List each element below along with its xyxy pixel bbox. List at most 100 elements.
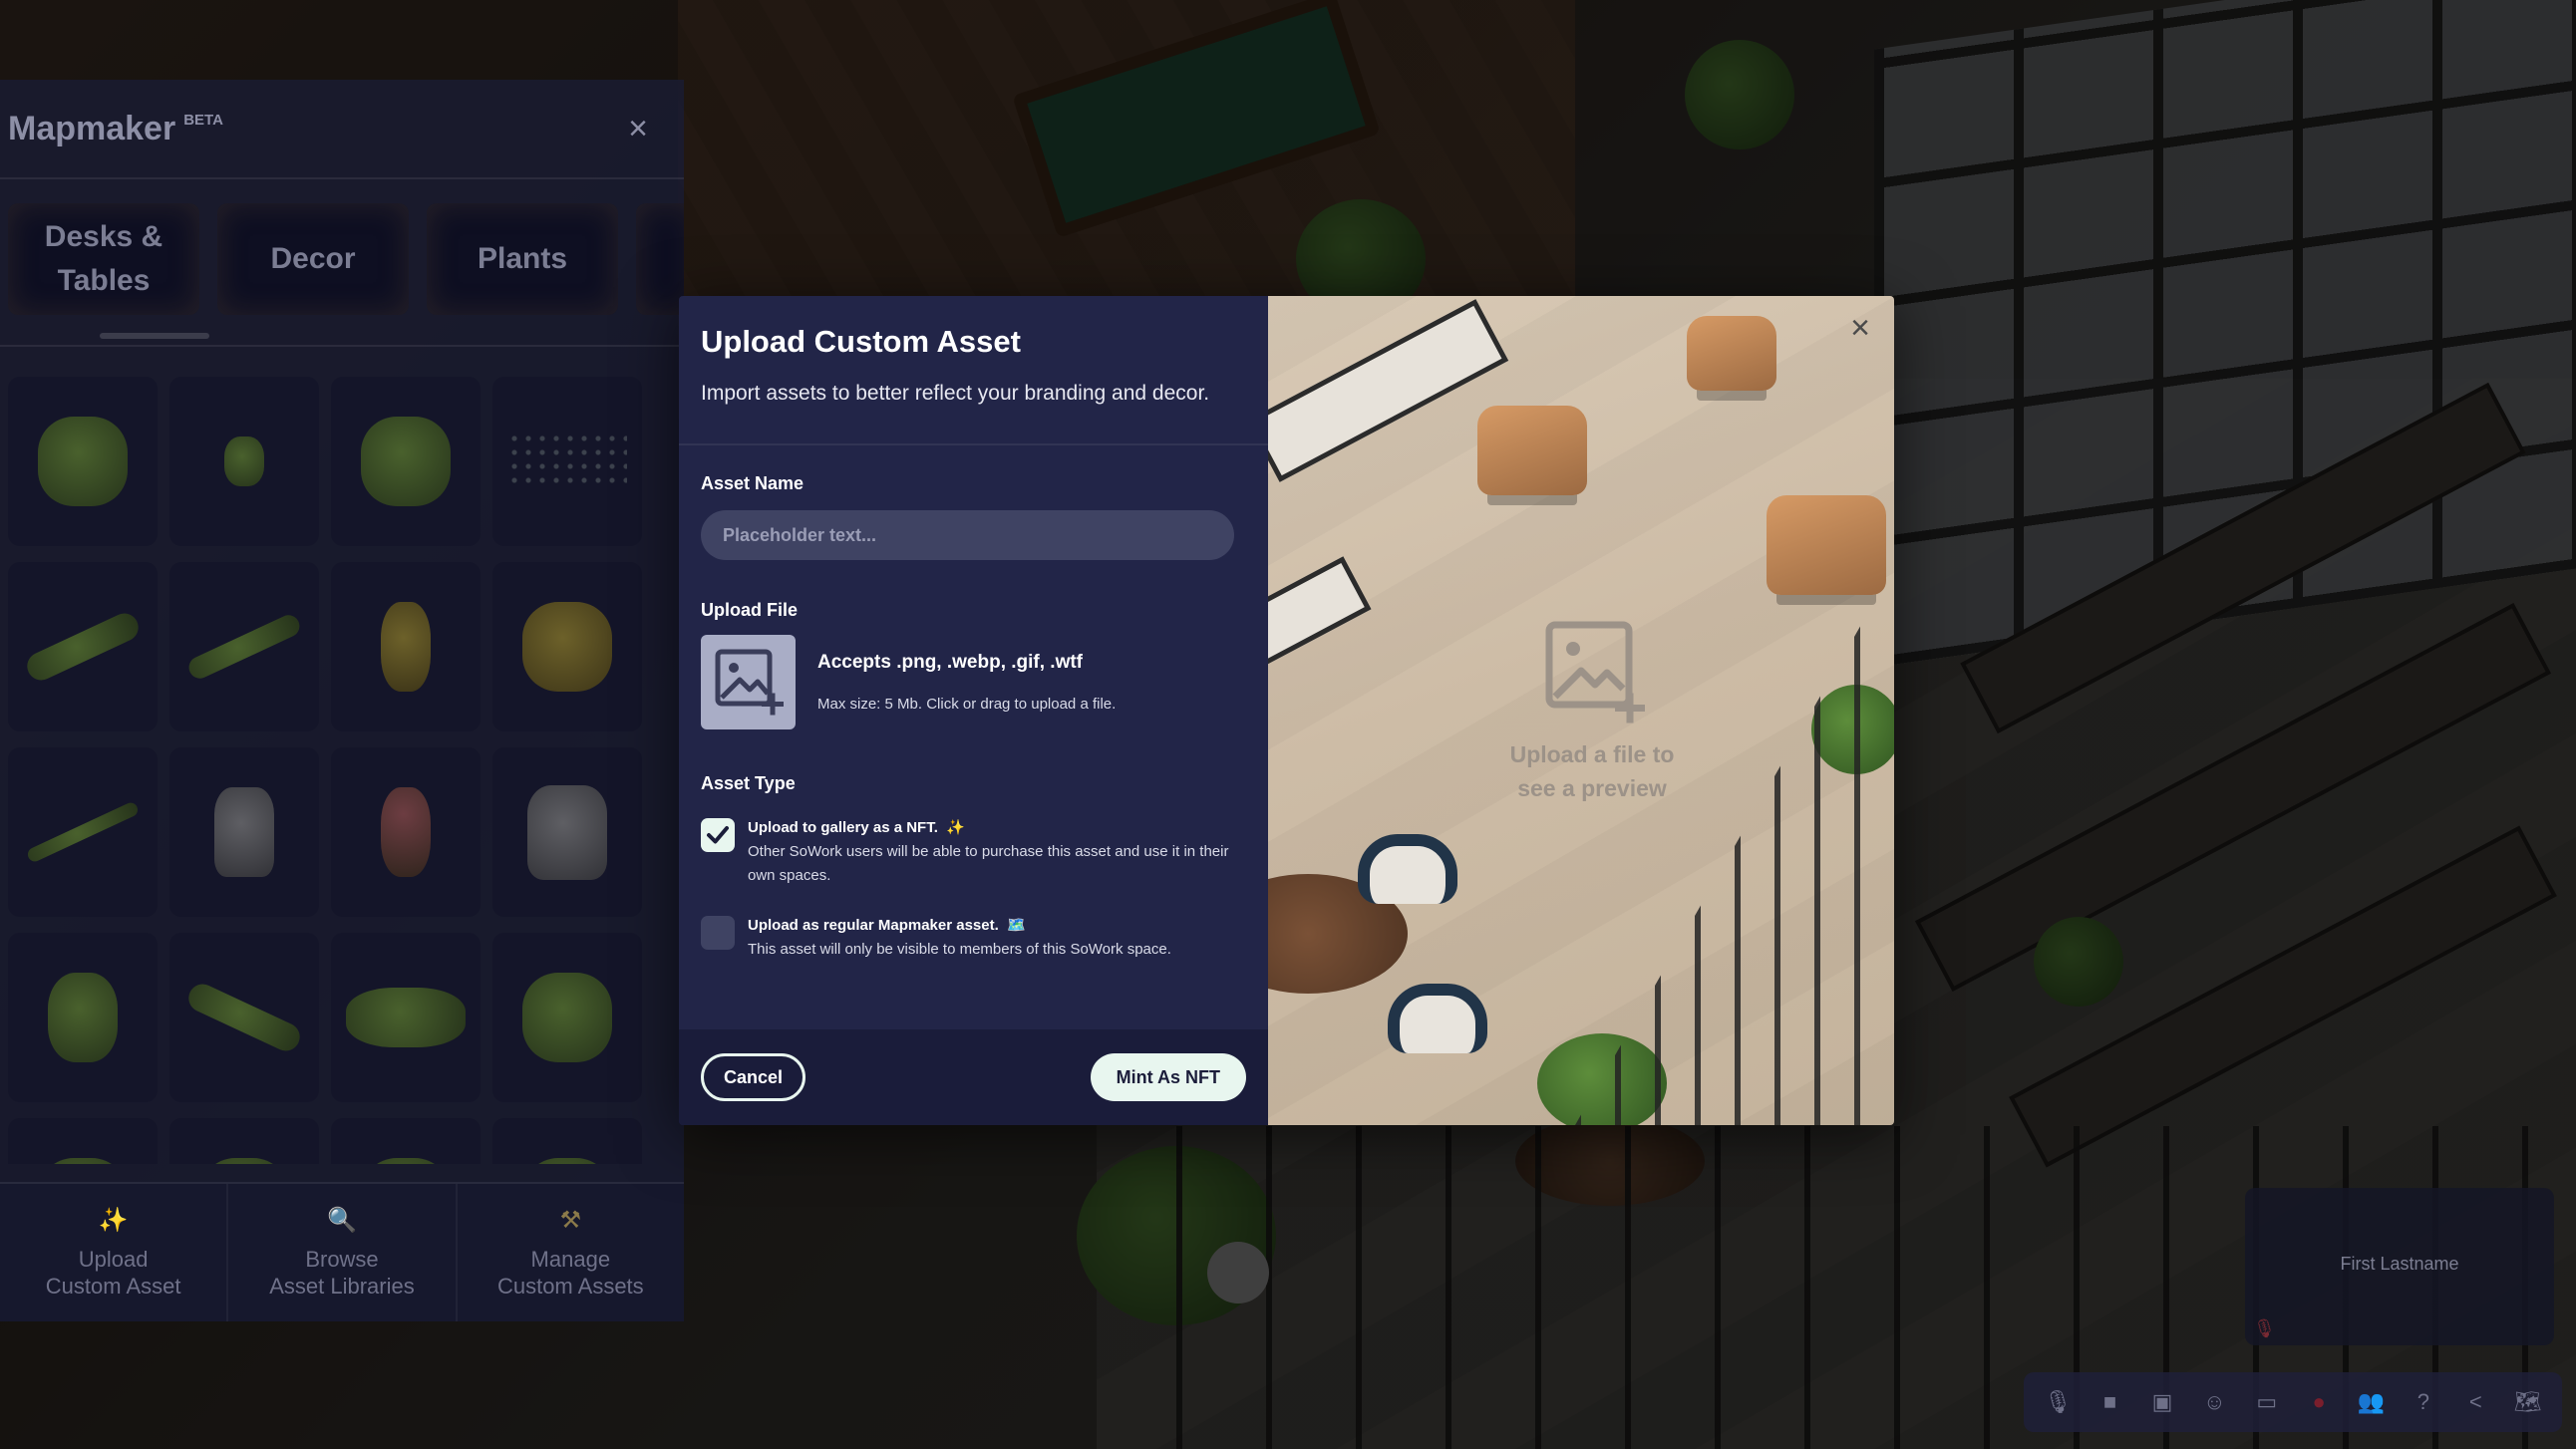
asset-tile[interactable] — [492, 377, 642, 546]
manage-custom-assets-button[interactable]: ⚒ Manage Custom Assets — [458, 1184, 684, 1321]
file-dropzone[interactable]: Accepts .png, .webp, .gif, .wtf Max size… — [701, 635, 1246, 729]
asset-tile[interactable] — [8, 747, 158, 917]
preview-chair — [1767, 495, 1886, 595]
cast-icon[interactable]: ▭ — [2249, 1384, 2285, 1420]
regular-option-text: Upload as regular Mapmaker asset. 🗺️ Thi… — [748, 916, 1251, 962]
category-label: Plants — [477, 242, 568, 275]
category-label: Desks & Tables — [44, 220, 163, 297]
browse-asset-libraries-button[interactable]: 🔍 Browse Asset Libraries — [228, 1184, 458, 1321]
regular-option-description: This asset will only be visible to membe… — [748, 941, 1171, 958]
screen-share-icon[interactable]: ▣ — [2144, 1384, 2180, 1420]
nft-checkbox[interactable] — [701, 818, 735, 852]
option-upload-regular[interactable]: Upload as regular Mapmaker asset. 🗺️ Thi… — [701, 916, 1246, 962]
beta-badge: BETA — [183, 111, 223, 129]
lily-pads-thumbnail — [346, 988, 466, 1047]
plant-thumbnail — [38, 1158, 128, 1164]
asset-type-label: Asset Type — [701, 773, 796, 793]
plant-thumbnail — [361, 1158, 451, 1164]
modal-body: Asset Name Upload File — [679, 445, 1268, 1029]
tools-icon: ⚒ — [559, 1206, 582, 1234]
accepted-formats: Accepts .png, .webp, .gif, .wtf — [817, 652, 1084, 673]
people-icon[interactable]: 👥 — [2354, 1384, 2390, 1420]
preview-placeholder: Upload a file to see a preview — [1492, 617, 1692, 805]
asset-tile[interactable] — [169, 933, 319, 1102]
asset-tile[interactable] — [492, 1118, 642, 1164]
asset-tile[interactable] — [169, 377, 319, 546]
asset-tile[interactable] — [169, 562, 319, 731]
image-add-icon[interactable] — [701, 635, 796, 729]
nft-option-title-text: Upload to gallery as a NFT. — [748, 819, 938, 836]
modal-footer: Cancel Mint As NFT — [679, 1029, 1268, 1125]
asset-tile[interactable] — [492, 933, 642, 1102]
browse-asset-libraries-label: Browse Asset Libraries — [269, 1246, 415, 1299]
round-tree-thumbnail — [48, 973, 118, 1062]
category-tabs: Desks & Tables Decor Plants — [0, 179, 684, 347]
asset-tile[interactable] — [331, 1118, 481, 1164]
mapmaker-panel: Mapmaker BETA × Desks & Tables Decor Pla… — [0, 80, 684, 1321]
asset-tile[interactable] — [8, 377, 158, 546]
map-icon: 🗺️ — [1006, 917, 1026, 934]
upload-custom-asset-label: Upload Custom Asset — [45, 1246, 181, 1299]
sparkles-icon: ✨ — [98, 1206, 129, 1234]
sparkle-plant-thumbnail — [507, 432, 627, 491]
category-desks-tables[interactable]: Desks & Tables — [8, 203, 199, 315]
asset-tile[interactable] — [8, 1118, 158, 1164]
hedge-thumbnail — [22, 608, 144, 686]
asset-tile[interactable] — [331, 933, 481, 1102]
asset-tile[interactable] — [492, 747, 642, 917]
mapmaker-header: Mapmaker BETA × — [0, 80, 684, 179]
nft-option-description: Other SoWork users will be able to purch… — [748, 843, 1229, 884]
category-decor[interactable]: Decor — [217, 203, 409, 315]
help-icon[interactable]: ? — [2406, 1384, 2441, 1420]
bottom-toolbar: 🎙 ■ ▣ ☺ ▭ ● 👥 ? < 🗺 — [2024, 1372, 2562, 1432]
category-next[interactable] — [636, 203, 684, 315]
upload-file-section: Upload File Accepts .png, .webp, .gif, .… — [701, 600, 1246, 729]
close-icon[interactable]: × — [622, 112, 654, 145]
emoji-icon[interactable]: ☺ — [2196, 1384, 2232, 1420]
preview-chair-blue — [1388, 984, 1487, 1053]
upload-file-label: Upload File — [701, 600, 799, 620]
asset-name-input[interactable] — [701, 510, 1234, 560]
plant-thumbnail — [199, 1158, 289, 1164]
cancel-button[interactable]: Cancel — [701, 1053, 806, 1101]
asset-tile[interactable] — [8, 933, 158, 1102]
category-plants[interactable]: Plants — [427, 203, 618, 315]
asset-tile[interactable] — [331, 747, 481, 917]
mapmaker-footer: ✨ Upload Custom Asset 🔍 Browse Asset Lib… — [0, 1182, 684, 1321]
asset-tile[interactable] — [169, 1118, 319, 1164]
map-icon[interactable]: 🗺 — [2510, 1384, 2546, 1420]
asset-name-label: Asset Name — [701, 473, 805, 493]
modal-form-panel: Upload Custom Asset Import assets to bet… — [679, 296, 1268, 1125]
video-tile[interactable]: First Lastname 🎙 — [2245, 1188, 2554, 1345]
close-icon[interactable]: × — [1846, 311, 1874, 345]
regular-option-title-text: Upload as regular Mapmaker asset. — [748, 917, 999, 934]
share-icon[interactable]: < — [2457, 1384, 2493, 1420]
regular-asset-checkbox[interactable] — [701, 916, 735, 950]
manage-custom-assets-label: Manage Custom Assets — [496, 1246, 644, 1299]
preview-panel: Upload a file to see a preview × — [1268, 296, 1894, 1125]
asset-tile[interactable] — [331, 377, 481, 546]
upload-custom-asset-button[interactable]: ✨ Upload Custom Asset — [0, 1184, 229, 1321]
upload-instructions: Accepts .png, .webp, .gif, .wtf Max size… — [817, 652, 1116, 713]
nft-option-title: Upload to gallery as a NFT. ✨ — [748, 818, 1251, 836]
modal-title: Upload Custom Asset — [701, 324, 1021, 359]
grass-thumbnail — [183, 979, 305, 1056]
record-icon[interactable]: ● — [2301, 1384, 2337, 1420]
preview-chair — [1687, 316, 1776, 391]
camera-icon[interactable]: ■ — [2093, 1384, 2128, 1420]
category-label: Decor — [270, 242, 356, 275]
modal-subtitle: Import assets to better reflect your bra… — [701, 382, 1210, 405]
asset-tile[interactable] — [492, 562, 642, 731]
option-upload-as-nft[interactable]: Upload to gallery as a NFT. ✨ Other SoWo… — [701, 818, 1246, 888]
asset-tile[interactable] — [331, 562, 481, 731]
microphone-icon[interactable]: 🎙 — [2040, 1384, 2076, 1420]
boulder-thumbnail — [527, 784, 607, 880]
image-add-icon — [1545, 621, 1645, 724]
category-scroll-indicator[interactable] — [100, 333, 209, 339]
yellow-tree-thumbnail — [522, 602, 612, 692]
small-plant-thumbnail — [224, 436, 264, 486]
asset-tile[interactable] — [169, 747, 319, 917]
asset-tile[interactable] — [8, 562, 158, 731]
mapmaker-title: Mapmaker BETA — [8, 110, 223, 148]
mint-as-nft-button[interactable]: Mint As NFT — [1090, 1053, 1246, 1101]
